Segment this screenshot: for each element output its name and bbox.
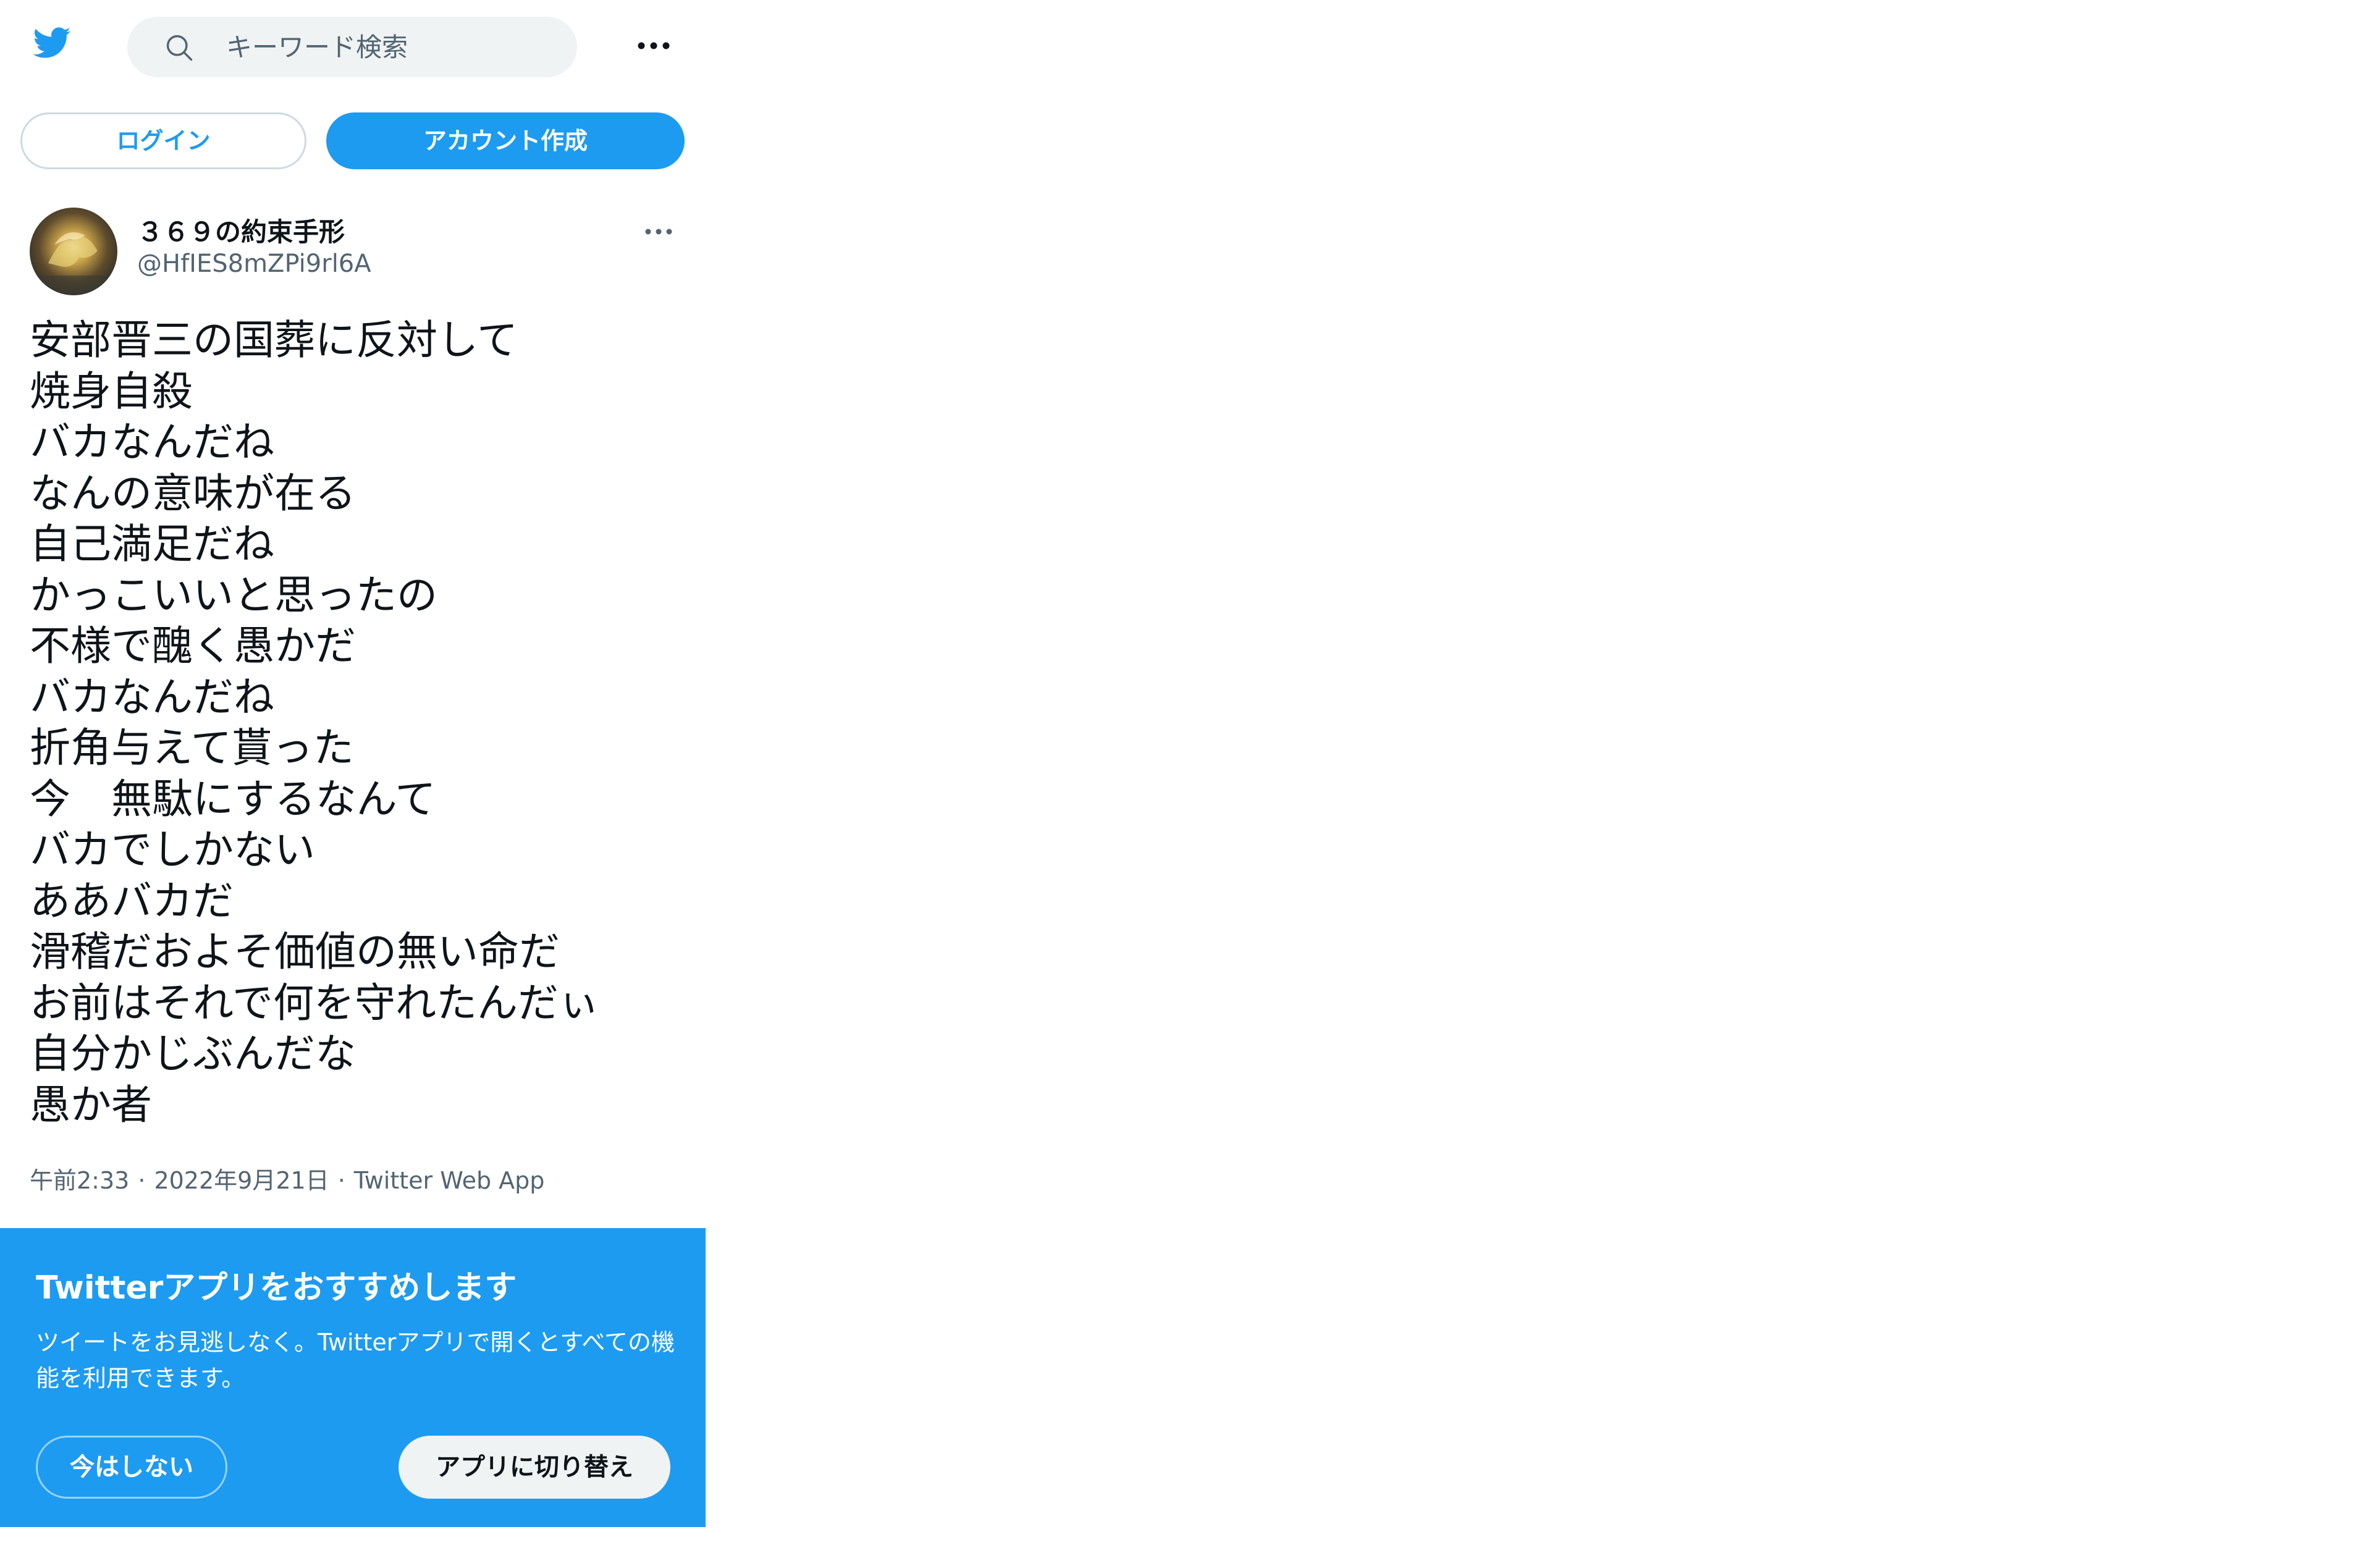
tweet-date[interactable]: 2022年9月21日: [154, 1167, 329, 1194]
meta-separator: ·: [337, 1167, 345, 1194]
twitter-bird-icon[interactable]: [28, 23, 75, 62]
more-dots-icon[interactable]: [634, 35, 673, 57]
tweet-line: 焼身自殺: [30, 367, 193, 415]
tweet-line: ああバカだ: [30, 877, 234, 925]
search-input[interactable]: [226, 17, 560, 77]
banner-body: ツイートをお見逃しなく。Twitterアプリで開くとすべての機能を利用できます。: [36, 1329, 675, 1392]
switch-to-app-button[interactable]: アプリに切り替え: [399, 1436, 670, 1499]
tweet-line: バカでしかない: [30, 826, 315, 874]
banner-title: Twitterアプリをおすすめします: [36, 1269, 517, 1307]
meta-separator: ·: [138, 1167, 146, 1194]
tweet-line: バカなんだね: [30, 418, 274, 466]
avatar[interactable]: [30, 208, 117, 295]
tweet-line: 今 無駄にするなんて: [30, 775, 436, 823]
search-icon: [163, 32, 195, 64]
main-column: ログイン アカウント作成 ３６９の約束手形 @HfIES8mZPi9rl6A: [0, 0, 706, 1566]
tweet-source[interactable]: Twitter Web App: [354, 1167, 545, 1194]
tweet-line: なんの意味が在る: [30, 469, 356, 517]
tweet-line: 安部晋三の国葬に反対して: [30, 316, 518, 364]
tweet-line: かっこいいと思ったの: [30, 571, 437, 619]
display-name[interactable]: ３６９の約束手形: [137, 211, 345, 249]
tweet-line: 不様で醜く愚かだ: [30, 622, 356, 670]
not-now-button[interactable]: 今はしない: [36, 1436, 227, 1499]
tweet-more-icon[interactable]: [643, 222, 675, 241]
tweet-line: 愚か者: [30, 1080, 152, 1129]
tweet-line: お前はそれで何を守れたんだぃ: [30, 979, 600, 1027]
tweet-line: 滑稽だおよそ価値の無い命だ: [30, 928, 560, 975]
tweet-line: バカなんだね: [30, 673, 274, 721]
tweet-meta: 午前2:33 · 2022年9月21日 · Twitter Web App: [30, 1161, 544, 1195]
search-box[interactable]: [127, 17, 577, 77]
top-header: [0, 0, 706, 93]
tweet-text: 安部晋三の国葬に反対して 焼身自殺 バカなんだね なんの意味が在る 自己満足だね…: [30, 315, 685, 1130]
signup-button[interactable]: アカウント作成: [326, 112, 685, 169]
tweet-line: 自己満足だね: [30, 520, 274, 568]
login-button[interactable]: ログイン: [20, 112, 306, 169]
user-handle[interactable]: @HfIES8mZPi9rl6A: [137, 250, 371, 278]
app-promo-banner: Twitterアプリをおすすめします ツイートをお見逃しなく。Twitterアプ…: [0, 1228, 706, 1527]
tweet-line: 自分かじぶんだな: [30, 1030, 356, 1077]
tweet-time[interactable]: 午前2:33: [30, 1167, 129, 1194]
tweet-line: 折角与えて貰った: [30, 724, 354, 772]
